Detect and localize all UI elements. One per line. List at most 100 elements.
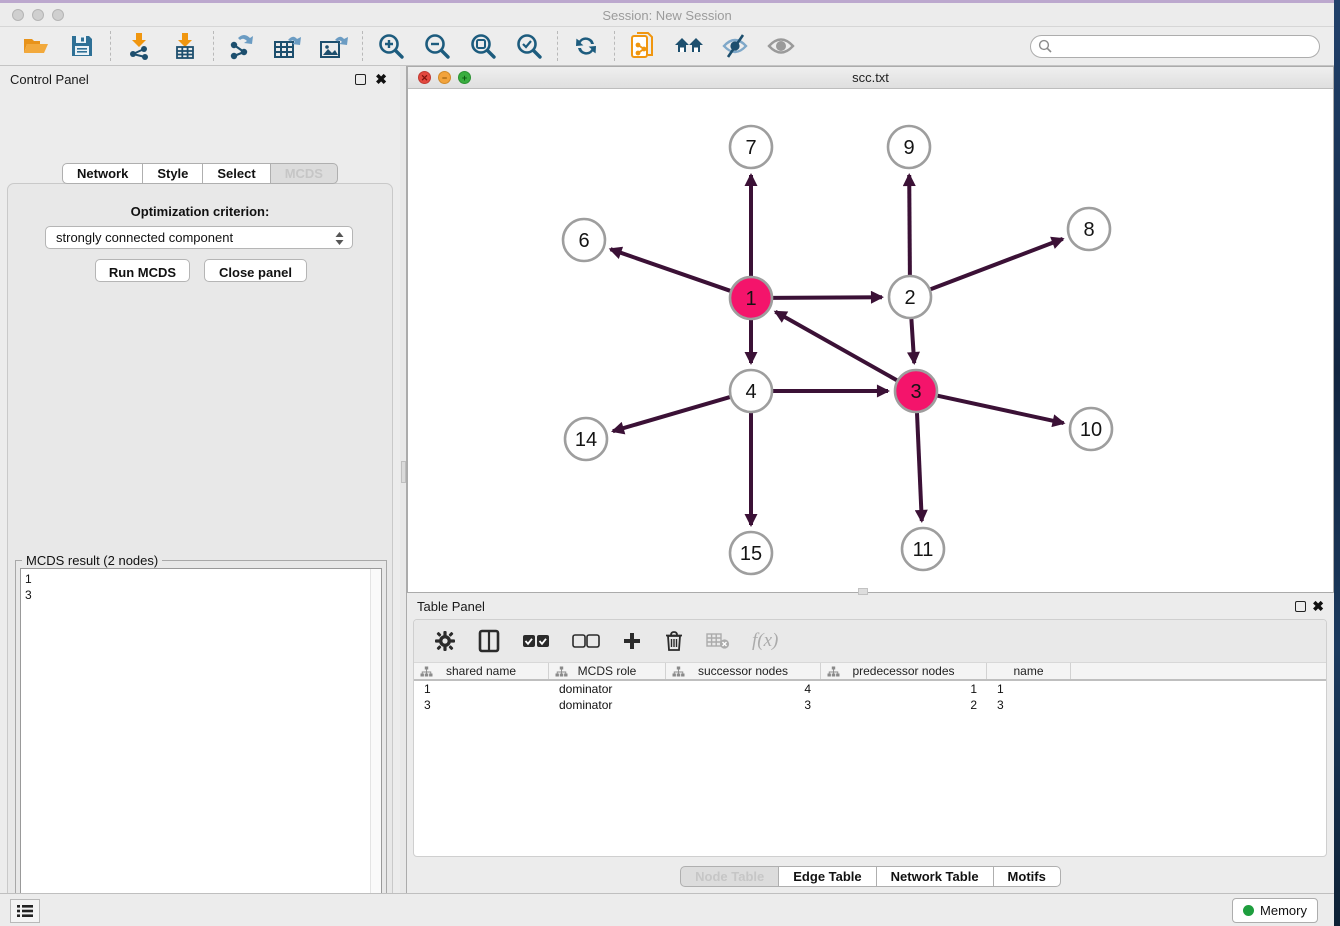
cell-successor-nodes[interactable]: 3 bbox=[666, 697, 821, 713]
table-row[interactable]: 1dominator411 bbox=[414, 681, 1326, 697]
tab-network-table[interactable]: Network Table bbox=[876, 866, 994, 887]
edge-1-6[interactable] bbox=[611, 249, 731, 291]
network-canvas-svg[interactable]: 7 9 6 8 1 2 4 3 14 10 15 11 bbox=[408, 89, 1333, 592]
open-file-icon[interactable] bbox=[20, 30, 52, 62]
cell-successor-nodes[interactable]: 4 bbox=[666, 681, 821, 697]
graph-node-2[interactable]: 2 bbox=[889, 276, 931, 318]
splitter-handle[interactable] bbox=[401, 461, 406, 483]
delete-table-icon[interactable] bbox=[706, 632, 730, 650]
edge-4-14[interactable] bbox=[613, 397, 730, 431]
column-header-MCDS-role[interactable]: MCDS role bbox=[549, 663, 666, 679]
float-table-panel-icon[interactable] bbox=[1295, 601, 1306, 612]
column-type-icon bbox=[555, 666, 568, 678]
graph-node-15[interactable]: 15 bbox=[730, 532, 772, 574]
cell-MCDS-role[interactable]: dominator bbox=[549, 681, 666, 697]
export-image-icon[interactable] bbox=[318, 30, 350, 62]
graph-node-1[interactable]: 1 bbox=[730, 277, 772, 319]
zoom-fit-icon[interactable] bbox=[467, 30, 499, 62]
cell-MCDS-role[interactable]: dominator bbox=[549, 697, 666, 713]
tab-style[interactable]: Style bbox=[142, 163, 203, 184]
network-window-titlebar[interactable]: ✕ − + scc.txt bbox=[408, 67, 1333, 89]
edge-1-2[interactable] bbox=[773, 297, 882, 298]
task-history-button[interactable] bbox=[10, 899, 40, 923]
search-icon bbox=[1038, 39, 1052, 53]
tab-node-table[interactable]: Node Table bbox=[680, 866, 779, 887]
mcds-result-textarea[interactable]: 1 3 bbox=[20, 568, 382, 926]
import-table-icon[interactable] bbox=[169, 30, 201, 62]
table-options-gear-icon[interactable] bbox=[434, 630, 456, 652]
tab-select[interactable]: Select bbox=[202, 163, 270, 184]
table-rows[interactable]: 1dominator4113dominator323 bbox=[414, 681, 1326, 713]
select-all-checkboxes-icon[interactable] bbox=[522, 634, 550, 648]
horizontal-splitter-handle[interactable] bbox=[858, 588, 868, 595]
result-scrollbar[interactable] bbox=[370, 569, 381, 926]
add-column-icon[interactable] bbox=[622, 631, 642, 651]
delete-column-trash-icon[interactable] bbox=[664, 630, 684, 652]
tab-edge-table[interactable]: Edge Table bbox=[778, 866, 876, 887]
export-network-icon[interactable] bbox=[226, 30, 258, 62]
refresh-icon[interactable] bbox=[570, 30, 602, 62]
graph-node-7[interactable]: 7 bbox=[730, 126, 772, 168]
table-toolbar: f(x) bbox=[414, 620, 1326, 662]
zoom-out-icon[interactable] bbox=[421, 30, 453, 62]
graph-node-8[interactable]: 8 bbox=[1068, 208, 1110, 250]
show-hide-eye-icon[interactable] bbox=[765, 30, 797, 62]
edge-3-11[interactable] bbox=[917, 413, 922, 521]
close-panel-button[interactable]: Close panel bbox=[204, 259, 307, 282]
edge-2-9[interactable] bbox=[909, 175, 910, 275]
save-session-icon[interactable] bbox=[66, 30, 98, 62]
import-network-icon[interactable] bbox=[123, 30, 155, 62]
table-tabs: Node Table Edge Table Network Table Moti… bbox=[407, 866, 1334, 887]
function-builder-icon[interactable]: f(x) bbox=[752, 630, 778, 652]
column-header-shared-name[interactable]: shared name bbox=[414, 663, 549, 679]
column-header-successor-nodes[interactable]: successor nodes bbox=[666, 663, 821, 679]
search-input[interactable] bbox=[1030, 35, 1320, 58]
home-icon[interactable] bbox=[673, 30, 705, 62]
graph-node-6[interactable]: 6 bbox=[563, 219, 605, 261]
unselect-all-checkboxes-icon[interactable] bbox=[572, 634, 600, 648]
cell-name[interactable]: 3 bbox=[987, 697, 1071, 713]
search-field[interactable] bbox=[1030, 35, 1320, 58]
edge-2-8[interactable] bbox=[931, 239, 1063, 289]
list-icon bbox=[16, 904, 34, 918]
edge-2-3[interactable] bbox=[911, 319, 914, 363]
graph-node-3[interactable]: 3 bbox=[895, 370, 937, 412]
cell-predecessor-nodes[interactable]: 1 bbox=[821, 681, 987, 697]
show-columns-icon[interactable] bbox=[478, 629, 500, 653]
tab-mcds[interactable]: MCDS bbox=[270, 163, 338, 184]
mcds-result-title: MCDS result (2 nodes) bbox=[22, 553, 162, 568]
main-toolbar bbox=[0, 27, 1334, 66]
criterion-select[interactable]: strongly connected component bbox=[45, 226, 353, 249]
tab-network[interactable]: Network bbox=[62, 163, 143, 184]
svg-text:11: 11 bbox=[913, 539, 934, 561]
svg-text:9: 9 bbox=[903, 137, 914, 159]
run-mcds-button[interactable]: Run MCDS bbox=[95, 259, 190, 282]
column-header-name[interactable]: name bbox=[987, 663, 1071, 679]
criterion-value: strongly connected component bbox=[56, 230, 233, 245]
edge-3-1[interactable] bbox=[775, 312, 896, 381]
zoom-selected-icon[interactable] bbox=[513, 30, 545, 62]
float-panel-icon[interactable] bbox=[355, 74, 366, 85]
tab-motifs[interactable]: Motifs bbox=[993, 866, 1061, 887]
vertical-splitter[interactable] bbox=[400, 66, 407, 893]
table-row[interactable]: 3dominator323 bbox=[414, 697, 1326, 713]
cell-shared-name[interactable]: 1 bbox=[414, 681, 549, 697]
close-table-panel-icon[interactable]: ✖ bbox=[1312, 599, 1324, 613]
clone-network-icon[interactable] bbox=[627, 30, 659, 62]
export-table-icon[interactable] bbox=[272, 30, 304, 62]
cell-name[interactable]: 1 bbox=[987, 681, 1071, 697]
hide-graphics-details-icon[interactable] bbox=[719, 30, 751, 62]
table-panel-title: Table Panel bbox=[417, 599, 485, 614]
graph-node-9[interactable]: 9 bbox=[888, 126, 930, 168]
graph-node-4[interactable]: 4 bbox=[730, 370, 772, 412]
column-header-predecessor-nodes[interactable]: predecessor nodes bbox=[821, 663, 987, 679]
close-panel-icon[interactable]: ✖ bbox=[375, 72, 387, 86]
cell-predecessor-nodes[interactable]: 2 bbox=[821, 697, 987, 713]
zoom-in-icon[interactable] bbox=[375, 30, 407, 62]
graph-node-11[interactable]: 11 bbox=[902, 528, 944, 570]
memory-button[interactable]: Memory bbox=[1232, 898, 1318, 923]
graph-node-10[interactable]: 10 bbox=[1070, 408, 1112, 450]
cell-shared-name[interactable]: 3 bbox=[414, 697, 549, 713]
edge-3-10[interactable] bbox=[938, 396, 1064, 423]
graph-node-14[interactable]: 14 bbox=[565, 418, 607, 460]
